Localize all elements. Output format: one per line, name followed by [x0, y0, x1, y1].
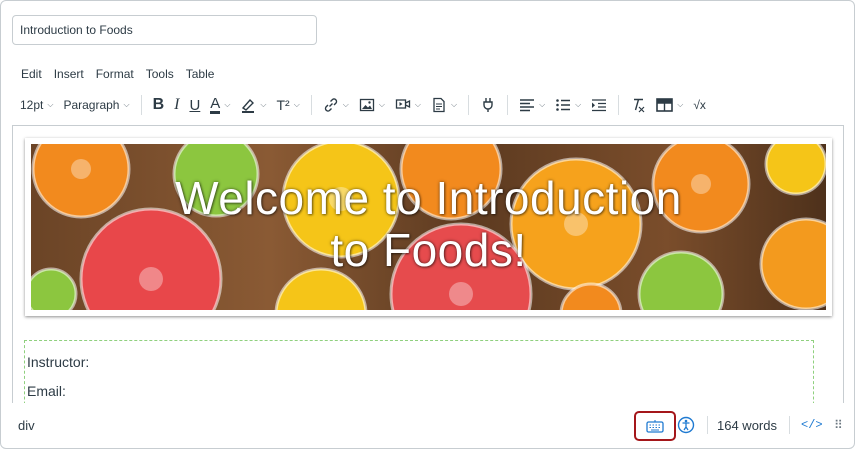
align-left-icon	[520, 99, 535, 112]
image-button[interactable]: ⌵	[354, 93, 390, 117]
toolbar-divider	[507, 95, 509, 115]
banner-image[interactable]: Welcome to Introduction to Foods!	[31, 144, 826, 310]
chevron-down-icon: ⌵	[47, 100, 54, 109]
align-button[interactable]: ⌵	[514, 93, 550, 117]
indent-button[interactable]	[586, 93, 612, 117]
bullet-list-icon	[556, 99, 571, 111]
chevron-down-icon: ⌵	[539, 100, 546, 109]
table-icon	[656, 98, 674, 112]
apps-button[interactable]	[475, 93, 501, 117]
banner-title: Welcome to Introduction to Foods!	[175, 172, 682, 276]
font-size-dropdown[interactable]: 12pt ⌵	[15, 93, 58, 117]
chevron-down-icon: ⌵	[677, 100, 684, 109]
link-icon	[324, 98, 337, 112]
media-button[interactable]: ⌵	[390, 93, 426, 117]
bold-button[interactable]: B	[148, 93, 170, 117]
underline-icon: U	[189, 96, 201, 114]
element-path[interactable]: div	[18, 418, 35, 433]
highlight-color-button[interactable]: ⌵	[235, 93, 271, 117]
document-button[interactable]: ⌵	[426, 93, 462, 117]
document-icon	[433, 97, 445, 113]
page-title-input[interactable]	[12, 15, 317, 45]
keyboard-icon	[646, 420, 664, 433]
superscript-icon: T²	[276, 97, 290, 113]
block-format-dropdown[interactable]: Paragraph ⌵	[58, 93, 134, 117]
status-bar: div 164 words </> ⠿	[1, 403, 854, 448]
math-icon: √x	[693, 98, 706, 112]
font-size-value: 12pt	[20, 98, 44, 112]
menu-format[interactable]: Format	[96, 67, 134, 81]
highlighter-icon	[242, 98, 255, 113]
link-button[interactable]: ⌵	[318, 93, 354, 117]
status-divider	[707, 416, 708, 434]
toolbar-divider	[310, 95, 312, 115]
editor-content-area[interactable]: Welcome to Introduction to Foods! Instru…	[12, 125, 844, 403]
resize-handle-icon[interactable]: ⠿	[834, 418, 843, 432]
accessibility-icon	[677, 416, 695, 434]
underline-button[interactable]: U	[184, 93, 205, 117]
superscript-button[interactable]: T² ⌵	[271, 93, 304, 117]
math-button[interactable]: √x	[688, 93, 711, 117]
media-icon	[395, 99, 411, 109]
clear-formatting-icon	[634, 98, 645, 113]
menu-table[interactable]: Table	[186, 67, 215, 81]
clear-formatting-button[interactable]	[625, 93, 651, 117]
chevron-down-icon: ⌵	[260, 100, 267, 109]
text-color-icon: A	[210, 94, 221, 114]
text-color-button[interactable]: A ⌵	[205, 93, 235, 117]
table-button[interactable]: ⌵	[651, 93, 688, 117]
instructor-label: Instructor:	[27, 354, 90, 370]
indent-icon	[592, 99, 607, 112]
toolbar-divider	[468, 95, 470, 115]
menu-edit[interactable]: Edit	[21, 67, 42, 81]
plug-icon	[483, 98, 493, 112]
chevron-down-icon: ⌵	[414, 100, 421, 109]
chevron-down-icon: ⌵	[378, 100, 385, 109]
word-count: 164 words	[717, 418, 777, 433]
menu-tools[interactable]: Tools	[146, 67, 174, 81]
toolbar: 12pt ⌵ Paragraph ⌵ B I U A ⌵ ⌵ T² ⌵ ⌵ ⌵ …	[15, 93, 845, 117]
list-button[interactable]: ⌵	[550, 93, 586, 117]
rich-content-editor: Edit Insert Format Tools Table 12pt ⌵ Pa…	[0, 0, 855, 449]
chevron-down-icon: ⌵	[575, 100, 582, 109]
keyboard-shortcuts-button[interactable]	[634, 411, 676, 441]
chevron-down-icon: ⌵	[123, 100, 130, 109]
italic-icon: I	[174, 96, 180, 113]
bold-icon: B	[152, 96, 165, 113]
status-divider	[789, 416, 790, 434]
html-editor-toggle[interactable]: </>	[801, 418, 823, 432]
menu-insert[interactable]: Insert	[54, 67, 84, 81]
chevron-down-icon: ⌵	[293, 100, 300, 109]
instructor-info-block[interactable]: Instructor: Email:	[24, 340, 814, 403]
email-label: Email:	[27, 383, 66, 399]
toolbar-divider	[618, 95, 620, 115]
chevron-down-icon: ⌵	[224, 100, 231, 109]
italic-button[interactable]: I	[169, 93, 184, 117]
block-format-value: Paragraph	[63, 98, 120, 112]
chevron-down-icon: ⌵	[451, 100, 458, 109]
image-icon	[359, 98, 374, 112]
menubar: Edit Insert Format Tools Table	[21, 67, 214, 81]
toolbar-divider	[140, 95, 142, 115]
banner-image-frame: Welcome to Introduction to Foods!	[25, 138, 832, 316]
accessibility-checker-button[interactable]	[677, 416, 695, 437]
chevron-down-icon: ⌵	[342, 100, 349, 109]
